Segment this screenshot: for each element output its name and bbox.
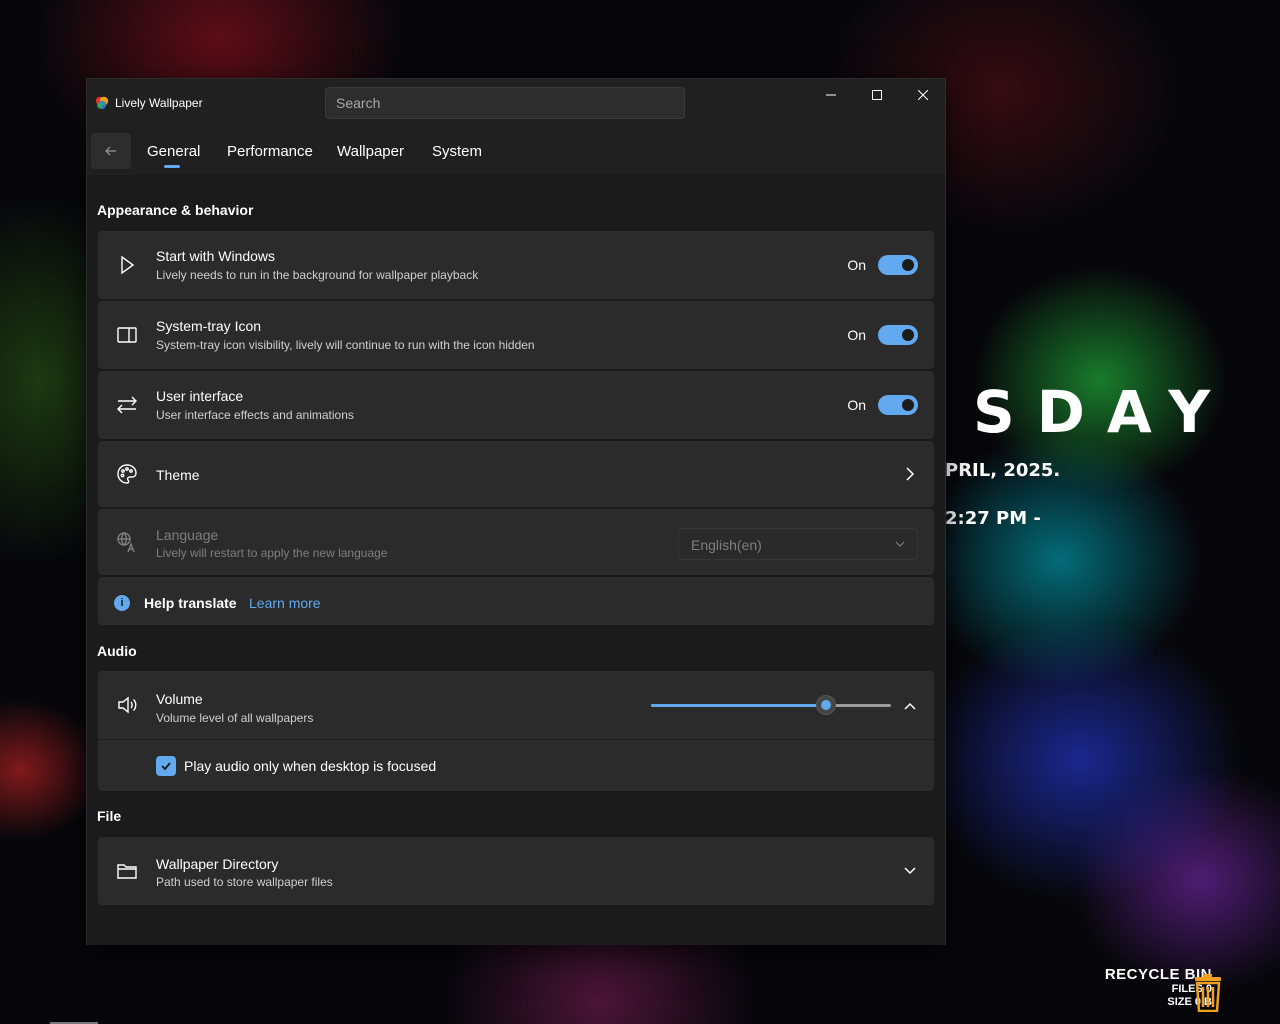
lively-wallpaper-window: Lively Wallpaper General Performance Wal…: [86, 78, 946, 945]
section-title-file: File: [97, 808, 122, 824]
setting-title: Language: [156, 527, 219, 543]
tray-panel-icon: [116, 324, 138, 346]
setting-description: Volume level of all wallpapers: [156, 711, 314, 725]
arrow-left-icon: [105, 146, 116, 156]
focus-audio-checkbox[interactable]: [156, 756, 176, 776]
setting-title: Wallpaper Directory: [156, 856, 279, 872]
speaker-icon: [116, 694, 138, 716]
start-with-windows-toggle[interactable]: [878, 255, 918, 275]
setting-title: System-tray Icon: [156, 318, 262, 334]
setting-description: Lively will restart to apply the new lan…: [156, 546, 388, 560]
language-dropdown-value: English(en): [691, 537, 762, 553]
setting-volume: Volume Volume level of all wallpapers Pl…: [98, 671, 934, 791]
maximize-button[interactable]: [854, 79, 900, 111]
checkmark-icon: [161, 762, 171, 771]
language-dropdown[interactable]: English(en): [678, 528, 918, 560]
title-bar[interactable]: Lively Wallpaper: [87, 79, 945, 127]
setting-title: Start with Windows: [156, 248, 276, 264]
toggle-state-label: On: [847, 327, 866, 343]
setting-theme[interactable]: Theme: [98, 441, 934, 507]
search-input[interactable]: [325, 87, 685, 119]
slider-thumb[interactable]: [816, 695, 837, 715]
clock-date: PRIL, 2025.: [945, 460, 1061, 481]
setting-description: User interface effects and animations: [156, 408, 354, 422]
setting-title: Volume: [156, 691, 203, 707]
setting-title: User interface: [156, 388, 244, 404]
section-title-appearance: Appearance & behavior: [97, 202, 254, 218]
chevron-down-icon: [895, 541, 905, 547]
setting-description: Lively needs to run in the background fo…: [156, 268, 479, 282]
minimize-button[interactable]: [808, 79, 854, 111]
collapse-button[interactable]: [902, 698, 918, 714]
slider-fill: [651, 704, 827, 707]
section-title-audio: Audio: [97, 643, 137, 659]
setting-start-with-windows: Start with Windows Lively needs to run i…: [98, 231, 934, 299]
system-tray-icon-toggle[interactable]: [878, 325, 918, 345]
help-translate-title: Help translate: [144, 595, 237, 611]
setting-wallpaper-directory[interactable]: Wallpaper Directory Path used to store w…: [98, 837, 934, 905]
setting-description: System-tray icon visibility, lively will…: [156, 338, 535, 352]
close-button[interactable]: [900, 79, 946, 111]
info-icon: i: [114, 595, 130, 611]
tab-system[interactable]: System: [432, 143, 482, 160]
palette-icon: [116, 463, 138, 485]
maximize-icon: [872, 90, 882, 100]
minimize-icon: [826, 94, 836, 96]
volume-options: Play audio only when desktop is focused: [98, 740, 934, 791]
setting-language: Language Lively will restart to apply th…: [98, 509, 934, 575]
learn-more-link[interactable]: Learn more: [249, 595, 321, 611]
toggle-state-label: On: [847, 257, 866, 273]
chevron-down-icon: [904, 867, 916, 875]
focus-audio-label[interactable]: Play audio only when desktop is focused: [184, 758, 436, 774]
setting-system-tray-icon: System-tray Icon System-tray icon visibi…: [98, 301, 934, 369]
back-button[interactable]: [91, 133, 131, 169]
app-title: Lively Wallpaper: [115, 96, 203, 110]
folder-icon: [116, 860, 138, 882]
chevron-up-icon: [904, 702, 916, 710]
clock-time: 2:27 PM -: [945, 508, 1041, 529]
tab-performance[interactable]: Performance: [227, 143, 313, 160]
setting-description: Path used to store wallpaper files: [156, 875, 333, 889]
clock-day: SDAY: [973, 378, 1233, 446]
setting-title: Theme: [156, 467, 200, 483]
chevron-right-icon: [902, 466, 918, 482]
settings-content: Appearance & behavior Start with Windows…: [87, 175, 945, 945]
volume-slider[interactable]: [651, 695, 891, 715]
toggle-state-label: On: [847, 397, 866, 413]
lively-logo-icon: [95, 96, 109, 110]
play-icon: [116, 254, 138, 276]
trash-icon[interactable]: [1192, 974, 1224, 1012]
nav-bar: General Performance Wallpaper System: [87, 127, 945, 175]
user-interface-toggle[interactable]: [878, 395, 918, 415]
setting-user-interface: User interface User interface effects an…: [98, 371, 934, 439]
selected-tab-indicator: [164, 165, 180, 168]
close-icon: [918, 90, 928, 100]
help-translate-bar: i Help translate Learn more: [98, 577, 934, 625]
expand-button[interactable]: [902, 863, 918, 879]
tab-wallpaper[interactable]: Wallpaper: [337, 143, 404, 160]
tab-general[interactable]: General: [147, 143, 200, 160]
swap-arrows-icon: [116, 394, 138, 416]
language-icon: [116, 531, 138, 553]
